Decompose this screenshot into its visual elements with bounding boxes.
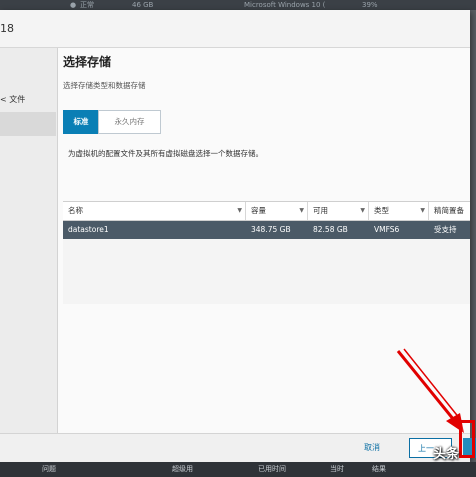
vm-os: Microsoft Windows 10 ( <box>244 1 326 9</box>
chevron-down-icon[interactable]: ▼ <box>420 202 425 220</box>
chevron-down-icon[interactable]: ▼ <box>237 202 242 220</box>
taskbar-item: 结果 <box>372 465 386 473</box>
page-title: 选择存储 <box>63 55 112 69</box>
datastore-type: VMFS6 <box>374 225 400 234</box>
column-header-thin-provisioning[interactable]: 精简置备 <box>429 202 470 220</box>
wizard-steps-sidebar: < 文件 <box>0 48 58 433</box>
vm-usage: 39% <box>362 1 378 9</box>
datastore-capacity: 348.75 GB <box>251 225 291 234</box>
datastore-description: 为虚拟机的配置文件及其所有虚拟磁盘选择一个数据存储。 <box>68 149 263 158</box>
column-header-capacity[interactable]: 容量 ▼ <box>246 202 308 220</box>
background-window-strip: ● 正常 46 GB Microsoft Windows 10 ( 39% <box>0 0 476 10</box>
datastore-table: 名称 ▼ 容量 ▼ 可用 ▼ 类型 ▼ 精简置备 datastore1 348.75 G… <box>63 201 470 304</box>
datastore-thin: 受支持 <box>434 225 457 234</box>
status-indicator-icon: ● <box>70 1 77 9</box>
dialog-footer: 取消 上一 <box>0 433 476 463</box>
background-taskbar: 问题 超级用 已用时间 当时 结果 <box>0 462 476 477</box>
taskbar-item: 已用时间 <box>258 465 286 473</box>
datastore-free: 82.58 GB <box>313 225 348 234</box>
dialog-title: 18 <box>0 22 14 35</box>
taskbar-item: 当时 <box>330 465 344 473</box>
table-row[interactable]: datastore1 348.75 GB 82.58 GB VMFS6 受支持 <box>63 221 470 239</box>
cancel-button[interactable]: 取消 <box>364 442 380 453</box>
wizard-step-file[interactable]: < 文件 <box>0 88 56 112</box>
taskbar-item: 超级用 <box>172 465 193 473</box>
vm-size: 46 GB <box>132 1 154 9</box>
dialog-header: 18 <box>0 10 470 48</box>
page-subtitle: 选择存储类型和数据存储 <box>63 81 146 90</box>
datastore-name: datastore1 <box>68 225 109 234</box>
column-header-type[interactable]: 类型 ▼ <box>369 202 429 220</box>
column-header-name[interactable]: 名称 ▼ <box>63 202 246 220</box>
watermark: 头条 <box>433 447 460 462</box>
tab-standard[interactable]: 标准 <box>63 110 99 134</box>
table-header-row: 名称 ▼ 容量 ▼ 可用 ▼ 类型 ▼ 精简置备 <box>63 202 470 221</box>
chevron-down-icon[interactable]: ▼ <box>299 202 304 220</box>
column-header-free[interactable]: 可用 ▼ <box>308 202 369 220</box>
annotation-arrow-icon <box>396 348 464 433</box>
chevron-down-icon[interactable]: ▼ <box>360 202 365 220</box>
vm-status: 正常 <box>80 1 94 9</box>
wizard-step-current[interactable] <box>0 112 56 136</box>
tab-persistent-memory[interactable]: 永久内存 <box>98 110 161 134</box>
taskbar-item: 问题 <box>42 465 56 473</box>
next-button-highlight <box>459 420 475 458</box>
